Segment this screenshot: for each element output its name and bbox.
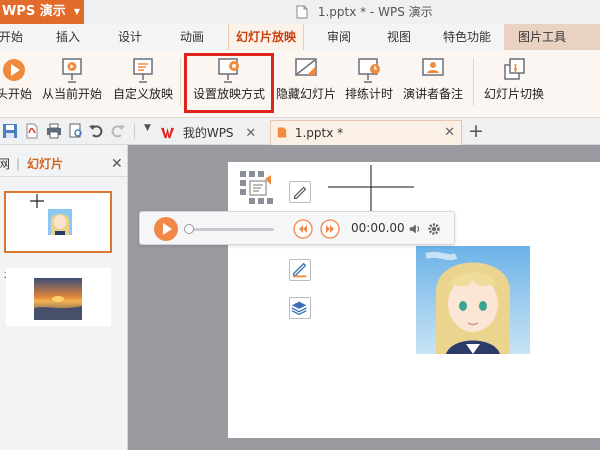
custom-show-button[interactable]: 自定义放映 <box>111 56 175 112</box>
picture-style-button[interactable] <box>289 259 311 281</box>
toolbar-separator <box>180 58 181 106</box>
app-menu-button[interactable]: WPS 演示 ▼ <box>0 0 84 24</box>
play-from-current-label: 从当前开始 <box>41 87 102 101</box>
play-button[interactable] <box>153 216 179 242</box>
save-icon[interactable] <box>2 123 18 139</box>
window-title: 1.pptx * - WPS 演示 <box>296 3 433 20</box>
tab-picture-tools[interactable]: 图片工具 <box>504 24 600 50</box>
tab-insert[interactable]: 插入 <box>56 24 80 50</box>
tab-slides[interactable]: 幻灯片 <box>27 145 63 183</box>
window-title-text: 1.pptx * - WPS 演示 <box>317 5 433 19</box>
close-icon[interactable]: ✕ <box>111 145 123 183</box>
redo-icon[interactable] <box>110 123 126 139</box>
character-picture <box>48 209 72 235</box>
layers-icon <box>291 301 307 316</box>
play-from-current-icon <box>62 58 82 83</box>
hide-slide-button[interactable]: 隐藏幻灯片 <box>276 56 336 112</box>
print-preview-icon[interactable] <box>68 123 84 139</box>
play-from-current-button[interactable]: 从当前开始 <box>41 56 103 112</box>
slide-transition-button[interactable]: 幻灯片切换 <box>482 56 546 112</box>
tab-document[interactable]: 1.pptx * ✕ <box>270 120 462 145</box>
custom-show-icon <box>133 58 153 83</box>
layer-order-button[interactable] <box>289 297 311 319</box>
new-tab-plus-icon[interactable]: + <box>468 120 484 142</box>
tab-divider: | <box>16 157 21 171</box>
print-icon[interactable] <box>46 123 62 139</box>
speaker-notes-icon <box>422 58 444 76</box>
tab-special-features[interactable]: 特色功能 <box>443 24 491 50</box>
hide-slide-icon <box>295 58 317 76</box>
close-icon[interactable]: ✕ <box>444 121 455 145</box>
wps-logo-icon <box>161 127 174 139</box>
slide-canvas[interactable] <box>228 162 600 438</box>
chevron-down-icon[interactable]: ▼ <box>144 123 151 133</box>
crosshair-cursor-icon <box>328 165 414 211</box>
play-from-start-button[interactable]: 头开始 <box>0 56 36 112</box>
slide-thumbnail[interactable] <box>6 268 111 326</box>
title-bar: WPS 演示 ▼ 1.pptx * - WPS 演示 <box>0 0 600 24</box>
play-from-start-icon <box>3 59 25 81</box>
tab-document-label: 1.pptx * <box>294 126 344 140</box>
slide-panel-header: 网 | 幻灯片 ✕ <box>0 145 128 177</box>
tab-view[interactable]: 视图 <box>387 24 411 50</box>
undo-icon[interactable] <box>88 123 104 139</box>
custom-show-label: 自定义放映 <box>112 87 173 101</box>
volume-icon[interactable] <box>408 222 422 236</box>
progress-handle[interactable] <box>184 224 194 234</box>
tab-outline[interactable]: 网 <box>0 145 10 183</box>
export-pdf-icon[interactable] <box>24 123 40 139</box>
playback-time: 00:00.00 <box>351 221 405 235</box>
gear-icon[interactable] <box>427 222 441 236</box>
tab-animation[interactable]: 动画 <box>180 24 204 50</box>
slide-transition-label: 幻灯片切换 <box>483 87 544 101</box>
tab-my-wps[interactable]: 我的WPS ✕ <box>160 121 256 145</box>
pencil-icon <box>293 186 307 199</box>
ribbon-toolbar: 头开始 从当前开始 自定义放映 设置放映方式 隐藏幻灯片 排练计时 演讲者备注 <box>0 50 600 118</box>
wps-presentation-window: WPS 演示 ▼ 1.pptx * - WPS 演示 开始 插入 设计 动画 幻… <box>0 0 600 450</box>
slide-panel: 网 | 幻灯片 ✕ 1 2 <box>0 145 128 450</box>
audio-file-icon <box>240 171 273 204</box>
chevron-down-icon: ▼ <box>73 7 80 16</box>
cursor-crosshair-icon <box>30 194 44 208</box>
document-icon <box>296 5 308 19</box>
speaker-notes-label: 演讲者备注 <box>402 87 463 101</box>
fast-forward-button[interactable] <box>320 219 340 239</box>
speaker-notes-button[interactable]: 演讲者备注 <box>401 56 465 112</box>
tab-design[interactable]: 设计 <box>118 24 142 50</box>
tab-my-wps-label: 我的WPS <box>182 126 234 140</box>
close-icon[interactable]: ✕ <box>245 126 256 141</box>
slide-transition-icon <box>504 58 525 80</box>
tab-slideshow[interactable]: 幻灯片放映 <box>228 24 304 50</box>
rehearse-timing-icon <box>358 58 380 83</box>
presentation-file-icon <box>277 127 287 138</box>
sunset-beach-picture <box>34 278 82 320</box>
progress-track[interactable] <box>184 224 274 234</box>
highlight-box <box>184 53 274 113</box>
ribbon-tabs: 开始 插入 设计 动画 幻灯片放映 审阅 视图 特色功能 图片工具 <box>0 24 600 50</box>
play-from-start-label: 头开始 <box>0 87 32 101</box>
slide-thumbnail[interactable] <box>4 191 112 253</box>
hide-slide-label: 隐藏幻灯片 <box>276 87 337 101</box>
edit-picture-button[interactable] <box>289 181 311 203</box>
style-brush-icon <box>292 262 307 278</box>
tab-review[interactable]: 审阅 <box>327 24 351 50</box>
audio-player: 00:00.00 <box>139 211 455 245</box>
rewind-button[interactable] <box>293 219 313 239</box>
app-menu-label: WPS 演示 <box>2 4 66 19</box>
rehearse-timing-label: 排练计时 <box>344 87 393 101</box>
toolbar-separator <box>473 58 474 106</box>
character-picture[interactable] <box>416 246 530 354</box>
toolbar-separator <box>134 124 135 139</box>
rehearse-timing-button[interactable]: 排练计时 <box>343 56 395 112</box>
tab-home[interactable]: 开始 <box>0 24 23 50</box>
